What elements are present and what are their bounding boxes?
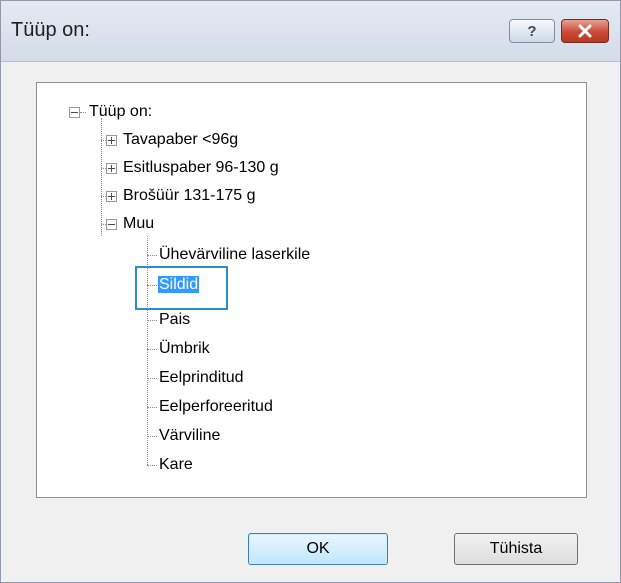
ok-button[interactable]: OK [248,533,388,565]
tree-line [147,465,157,466]
tree-item-pais[interactable]: Pais [159,309,190,331]
tree-line [147,349,157,350]
close-button[interactable] [561,19,609,43]
cancel-button[interactable]: Tühista [454,533,578,565]
tree-item-varviline[interactable]: Värviline [159,425,220,447]
tree-line [147,407,157,408]
tree-line [80,112,86,113]
tree-line [147,255,157,256]
type-dialog: Tüüp on: ? Tüüp on: Tavapaber <96g Esitl… [0,0,621,583]
tree-item-umbrik[interactable]: Ümbrik [159,338,210,360]
tree-item-brosuur[interactable]: Brošüür 131-175 g [123,185,256,207]
expand-icon[interactable] [106,191,117,202]
collapse-icon[interactable] [106,219,117,230]
tree-item-uhevarviline-laserkile[interactable]: Ühevärviline laserkile [159,244,310,266]
tree-content: Tüüp on: Tavapaber <96g Esitluspaber 96-… [37,83,586,497]
tree-item-eelprinditud[interactable]: Eelprinditud [159,367,244,389]
tree-root-label[interactable]: Tüüp on: [89,101,152,123]
tree-line [147,436,157,437]
collapse-icon[interactable] [69,107,80,118]
expand-icon[interactable] [106,135,117,146]
tree-line [147,378,157,379]
help-icon: ? [527,22,537,40]
selection-highlight-frame [135,266,228,310]
tree-item-eelperforeeritud[interactable]: Eelperforeeritud [159,396,273,418]
tree-line [147,320,157,321]
tree-item-tavapaber[interactable]: Tavapaber <96g [123,129,238,151]
help-button[interactable]: ? [509,19,555,43]
tree-item-esitluspaber[interactable]: Esitluspaber 96-130 g [123,157,279,179]
expand-icon[interactable] [106,163,117,174]
tree-item-kare[interactable]: Kare [159,454,193,476]
title-bar[interactable]: Tüüp on: ? [1,1,620,62]
paper-type-tree[interactable]: Tüüp on: Tavapaber <96g Esitluspaber 96-… [36,82,587,498]
close-icon [578,24,592,38]
tree-line [101,118,102,236]
tree-item-muu[interactable]: Muu [123,213,154,235]
window-title: Tüüp on: [11,19,90,41]
